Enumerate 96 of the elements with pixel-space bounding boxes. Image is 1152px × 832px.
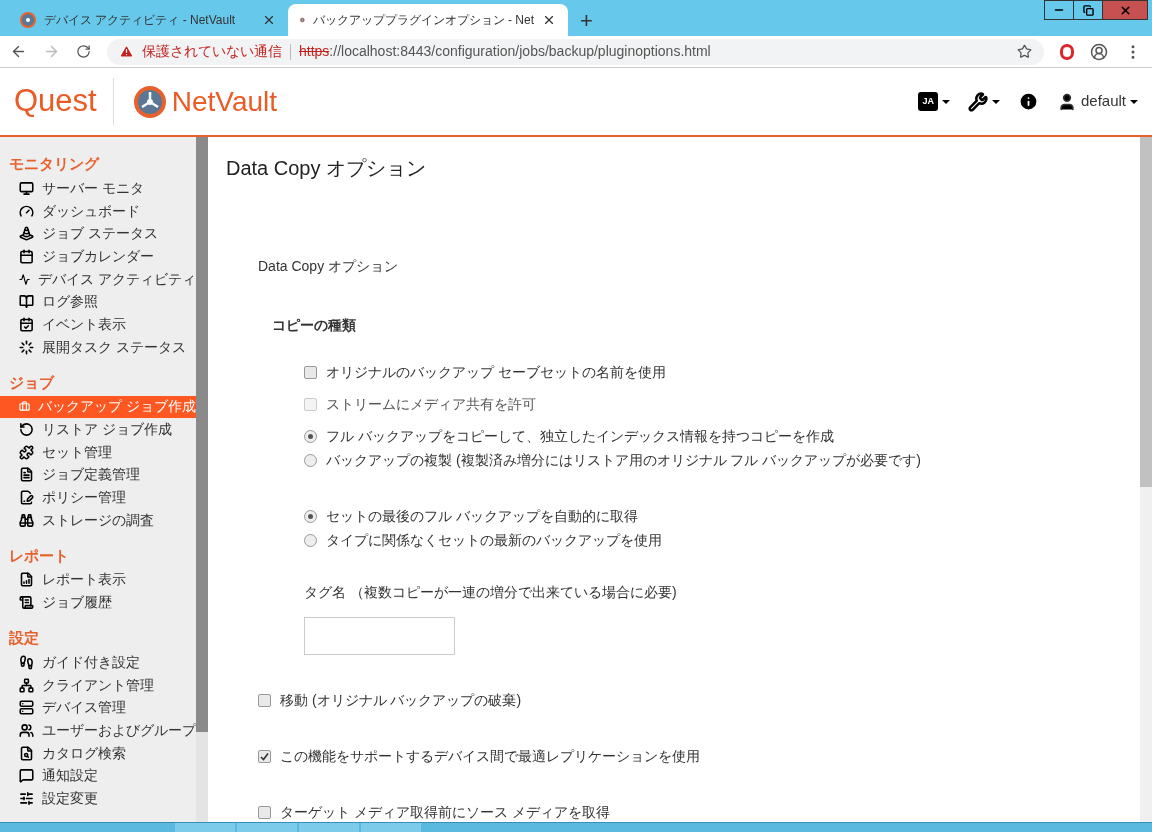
calendar-check-icon	[19, 316, 34, 332]
restore-icon	[19, 422, 34, 438]
sidebar-section-title: ジョブ	[8, 372, 56, 393]
caret-icon	[1130, 99, 1138, 104]
radio-button[interactable]	[304, 453, 317, 467]
quest-logo: Quest	[14, 78, 114, 125]
sidebar-item[interactable]: リストア ジョブ作成	[0, 418, 196, 441]
sidebar-item[interactable]: ジョブカレンダー	[0, 245, 196, 268]
info-icon[interactable]	[1017, 91, 1039, 112]
report-icon	[19, 572, 34, 588]
sidebar-item[interactable]: 展開タスク ステータス	[0, 335, 196, 359]
url-text: https://localhost:8443/configuration/jobs/backup/pluginoptions.html	[299, 42, 711, 61]
sidebar-section-title: モニタリング	[8, 154, 101, 174]
sidebar-item[interactable]: ジョブ定義管理	[0, 463, 196, 487]
sidebar-section-title: 設定	[8, 628, 40, 648]
group-title: コピーの種類	[272, 316, 357, 335]
sidebar-item[interactable]: ジョブ履歴	[0, 591, 196, 614]
close-icon[interactable]	[542, 13, 556, 27]
page-title: Data Copy オプション	[226, 156, 428, 181]
tools-menu[interactable]	[967, 91, 1000, 112]
user-menu[interactable]: default	[1056, 90, 1138, 113]
checkbox[interactable]	[304, 365, 317, 379]
back-icon[interactable]	[10, 43, 27, 60]
tag-name-label: タグ名 （複数コピーが一連の増分で出来ている場合に必要)	[304, 583, 678, 602]
tab-title: バックアッププラグインオプション - Net	[312, 12, 534, 29]
pulse-icon	[19, 271, 31, 287]
sidebar-item[interactable]: ダッシュボード	[0, 199, 196, 223]
tab-favicon-icon	[20, 12, 36, 28]
checkbox[interactable]	[258, 805, 271, 819]
caret-icon	[941, 99, 950, 104]
puzzle-icon	[19, 444, 34, 460]
caret-icon	[991, 99, 1000, 104]
option-label: ストリームにメディア共有を許可	[326, 394, 536, 414]
option-label: 移動 (オリジナル バックアップの破棄)	[280, 690, 522, 710]
monitor-icon	[19, 180, 34, 196]
bookmark-star-icon[interactable]	[1017, 44, 1032, 59]
close-icon[interactable]	[262, 13, 276, 27]
sidebar-item[interactable]: ポリシー管理	[0, 486, 196, 509]
profile-icon[interactable]	[1090, 42, 1108, 61]
network-icon	[19, 677, 34, 693]
sidebar-item[interactable]: セット管理	[0, 440, 196, 464]
users-icon	[19, 722, 34, 738]
minimize-button[interactable]	[1044, 0, 1074, 20]
document-icon	[19, 467, 34, 483]
sidebar-item[interactable]: サーバー モニタ	[0, 177, 196, 200]
catalog-search-icon	[19, 745, 34, 761]
tag-name-field[interactable]	[304, 617, 455, 655]
option-label: ターゲット メディア取得前にソース メディアを取得	[280, 802, 610, 822]
sidebar-item[interactable]: ストレージの調査	[0, 508, 196, 532]
wrench-icon	[967, 91, 988, 112]
new-tab-button[interactable]: +	[568, 4, 605, 36]
warning-icon	[119, 44, 134, 59]
option-label: タイプに関係なくセットの最新のバックアップを使用	[326, 530, 662, 550]
sidebar-item[interactable]: 通知設定	[0, 764, 196, 788]
sidebar-item[interactable]: ユーザーおよびグループ	[0, 719, 196, 742]
sidebar-item[interactable]: クライアント管理	[0, 673, 196, 697]
address-bar[interactable]: 保護されていない通信 https://localhost:8443/configuration/jobs/backup/pluginoptions.html	[107, 38, 1044, 65]
sidebar-item[interactable]: カタログ検索	[0, 741, 196, 765]
radio-button[interactable]	[304, 509, 317, 523]
sidebar-item[interactable]: デバイス管理	[0, 696, 196, 720]
checkbox[interactable]	[258, 693, 271, 707]
gauge-icon	[19, 203, 34, 219]
book-icon	[19, 294, 34, 310]
sidebar-item[interactable]: デバイス アクティビティ	[0, 267, 196, 291]
scroll-icon	[19, 595, 34, 611]
radio-button[interactable]	[304, 533, 317, 547]
checkbox[interactable]	[258, 749, 271, 763]
tab-title: デバイス アクティビティ - NetVault	[44, 12, 237, 29]
sidebar-section-title: レポート	[8, 545, 70, 566]
sidebar-item[interactable]: イベント表示	[0, 313, 196, 336]
message-icon	[19, 768, 34, 784]
sidebar-item[interactable]: ガイド付き設定	[0, 651, 196, 674]
radio-button[interactable]	[304, 429, 317, 443]
option-label: オリジナルのバックアップ セーブセットの名前を使用	[326, 362, 666, 382]
sidebar-item[interactable]: レポート表示	[0, 568, 196, 592]
sliders-icon	[19, 790, 34, 806]
spinner-icon	[19, 339, 34, 355]
option-label: この機能をサポートするデバイス間で最適レプリケーションを使用	[280, 746, 700, 766]
sidebar-item[interactable]: ジョブ ステータス	[0, 222, 196, 246]
signed-document-icon	[19, 490, 34, 506]
sidebar-item[interactable]: ログ参照	[0, 290, 196, 314]
calendar-icon	[19, 248, 34, 264]
option-label: フル バックアップをコピーして、独立したインデックス情報を持つコピーを作成	[326, 426, 834, 446]
binoculars-icon	[19, 512, 34, 528]
security-warning: 保護されていない通信	[142, 42, 282, 61]
restore-icon	[1082, 4, 1094, 16]
option-label: バックアップの複製 (複製済み増分にはリストア用のオリジナル フル バックアップが必要です)	[326, 450, 921, 470]
server-icon	[19, 700, 34, 716]
section-title: Data Copy オプション	[258, 257, 400, 276]
close-icon	[1118, 3, 1132, 17]
browser-tab[interactable]: バックアッププラグインオプション - Net	[288, 4, 568, 36]
reload-icon[interactable]	[76, 44, 91, 59]
option-label: セットの最後のフル バックアップを自動的に取得	[326, 506, 638, 526]
sidebar-item[interactable]: 設定変更	[0, 787, 196, 810]
footprints-icon	[19, 654, 34, 670]
netvault-logo: NetVault	[133, 80, 278, 123]
